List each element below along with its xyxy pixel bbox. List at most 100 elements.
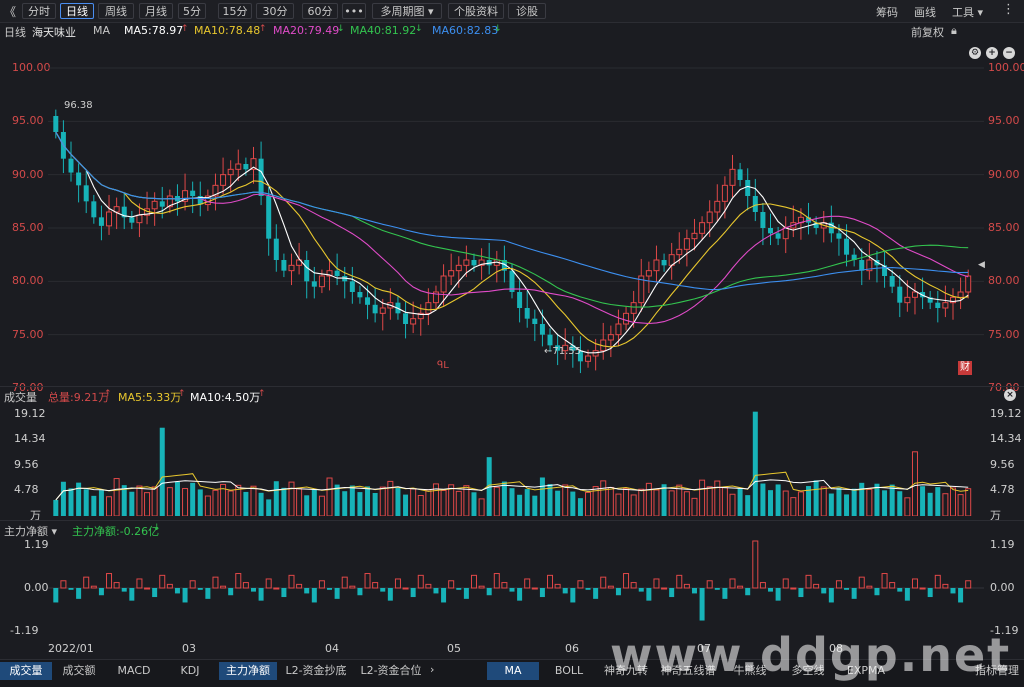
overlay-tab[interactable]: MA [487,662,539,680]
ma-label[interactable]: MA [93,24,110,37]
flow-bar [90,585,97,589]
period-button[interactable]: 分时 [22,3,56,19]
volume-bar [897,491,903,516]
volume-bar [874,483,880,516]
flow-bar [205,588,211,599]
volume-bar [258,492,264,516]
period-button[interactable]: ••• [342,3,366,19]
volume-chart[interactable] [48,403,984,516]
flow-tick-left: 0.00 [24,581,49,594]
draw-line-button[interactable]: 画线 [914,4,936,20]
period-button[interactable]: 个股资料 [448,3,504,19]
volume-bar [790,497,797,516]
price-tick-left: 90.00 [12,167,44,181]
flow-bar [790,587,797,590]
close-panel-icon[interactable]: × [1004,389,1016,401]
indicator-tab[interactable]: KDJ [163,662,217,680]
candle-body [859,260,865,271]
candle-body [190,190,196,196]
period-button[interactable]: 多周期图 ▾ [372,3,442,19]
double-chevron-left-icon[interactable]: 《 [4,3,16,20]
volume-tick-left: 9.56 [14,457,39,471]
volume-bar [311,489,317,516]
volume-bar [83,489,89,516]
volume-bar [615,493,622,516]
volume-bar [395,488,401,516]
indicator-tab[interactable]: L2-资金抄底 [280,662,352,680]
candle-body [227,168,234,176]
flow-bar [228,588,234,596]
volume-bar [920,486,926,516]
volume-bar [243,491,249,516]
volume-bar [417,494,424,516]
lock-icon[interactable]: 🔒︎ [951,24,957,38]
up-arrow-icon: ↑ [181,24,189,34]
volume-bar [714,480,721,516]
candle-body [691,232,698,240]
candle-body [942,302,949,309]
indicator-tab[interactable]: MACD [107,662,161,680]
chip-button[interactable]: 筹码 [876,4,898,20]
volume-bar [144,492,151,516]
flow-bar [380,588,386,592]
candle-body [151,200,158,210]
candle-body [517,292,523,308]
ma20-value: MA20:79.49 [273,24,340,37]
flow-bar [83,576,90,589]
candle-body [904,296,911,304]
volume-bar [212,489,219,516]
zoom-out-icon[interactable]: − [1003,47,1015,59]
flow-bar [593,588,599,599]
indicator-info-bar: 日线 海天味业 MA MA5:78.97 ↑ MA10:78.48 ↑ MA20… [0,22,1024,59]
period-button[interactable]: 日线 [60,3,94,19]
volume-bar [349,485,355,516]
indicator-tab[interactable]: L2-资金合位 [354,662,428,680]
volume-bar [957,494,964,516]
tools-button[interactable]: 工具 ▾ [952,4,983,20]
volume-bar [721,487,728,516]
adjust-mode[interactable]: 前复权 [911,24,944,40]
period-button[interactable]: 5分 [178,3,206,19]
candlestick-chart[interactable] [48,40,984,382]
indicator-tab[interactable]: 成交量 [0,662,52,680]
candle-body [782,227,789,240]
period-button[interactable]: 15分 [218,3,252,19]
volume-bar [471,492,477,516]
flow-bar [858,576,865,589]
zoom-in-icon[interactable]: + [986,47,998,59]
period-button[interactable]: 30分 [256,3,294,19]
indicator-tab[interactable]: 成交额 [53,662,105,680]
candle-body [304,260,310,282]
flow-bar [517,588,523,601]
candle-body [721,184,728,202]
overlay-tab[interactable]: BOLL [543,662,595,680]
volume-bar [129,491,135,516]
indicator-tab[interactable]: 主力净额 [219,662,277,680]
flow-bar [958,588,964,603]
ma5-value: MA5:78.97 [124,24,184,37]
chevron-right-icon[interactable]: › [430,663,434,676]
flow-bar [318,580,325,589]
main-capital-flow-chart[interactable] [48,537,984,639]
more-options-icon[interactable]: ⋮ [1002,2,1015,17]
volume-bar [227,490,234,516]
volume-bar [859,482,865,516]
finance-badge[interactable]: 财 [958,361,972,375]
volume-bar [585,491,592,516]
flow-bar [828,588,834,603]
volume-bar [638,488,645,516]
volume-title[interactable]: 成交量 [4,389,37,405]
flow-bar [623,573,630,589]
volume-bar [623,487,630,516]
period-button[interactable]: 60分 [302,3,338,19]
flow-bar [775,588,781,601]
flow-bar [729,578,736,589]
period-button[interactable]: 周线 [98,3,134,19]
volume-bar [387,480,394,516]
candle-body [68,158,74,173]
volume-bar [532,495,538,516]
period-button[interactable]: 月线 [139,3,173,19]
candle-body [83,185,89,202]
period-button[interactable]: 诊股 [508,3,546,19]
candle-body [379,307,386,314]
